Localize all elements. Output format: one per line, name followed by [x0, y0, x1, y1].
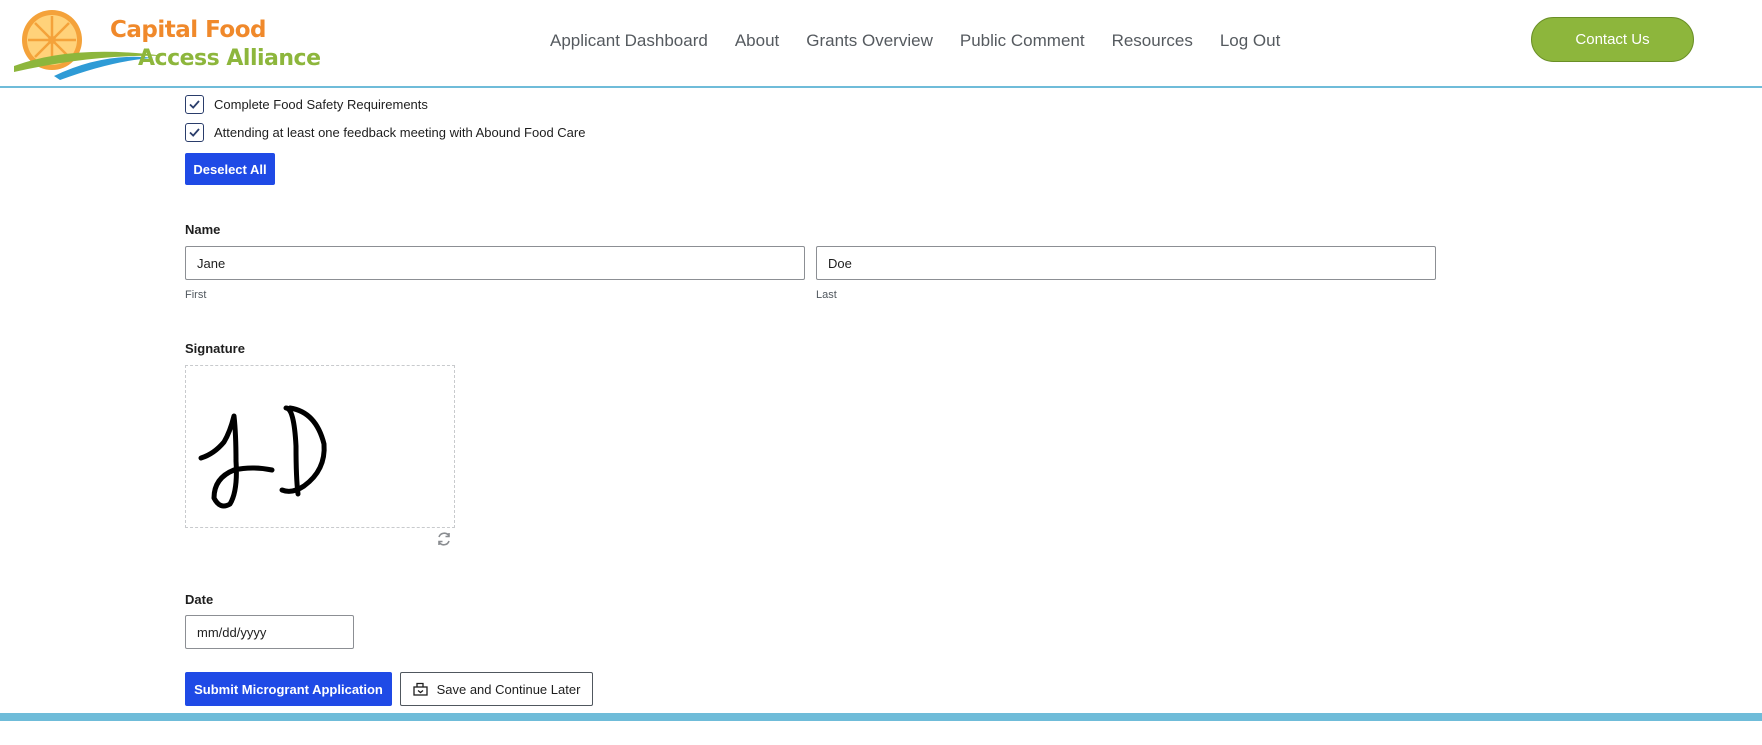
save-folder-icon	[412, 682, 428, 696]
last-name-sublabel: Last	[816, 289, 837, 301]
signature-label: Signature	[185, 341, 245, 356]
nav-resources[interactable]: Resources	[1112, 31, 1193, 55]
nav-log-out[interactable]: Log Out	[1220, 31, 1281, 55]
nav-about[interactable]: About	[735, 31, 779, 55]
nav-grants-overview[interactable]: Grants Overview	[806, 31, 933, 55]
signature-drawing	[198, 405, 327, 509]
last-name-input[interactable]: Doe	[816, 246, 1436, 280]
feedback-meeting-checkbox[interactable]	[185, 123, 204, 142]
checkbox-label: Complete Food Safety Requirements	[214, 97, 428, 112]
site-logo[interactable]: Capital Food Access Alliance	[14, 8, 321, 80]
save-continue-later-button[interactable]: Save and Continue Later	[400, 672, 593, 706]
nav-applicant-dashboard[interactable]: Applicant Dashboard	[550, 31, 708, 55]
main-nav: Applicant Dashboard About Grants Overvie…	[550, 31, 1307, 55]
date-label: Date	[185, 592, 214, 607]
refresh-icon[interactable]	[436, 531, 452, 547]
logo-line-2: Access Alliance	[138, 46, 321, 71]
save-continue-label: Save and Continue Later	[436, 681, 581, 697]
checkmark-icon	[189, 100, 200, 109]
first-name-sublabel: First	[185, 289, 207, 301]
contact-us-button[interactable]: Contact Us	[1531, 17, 1694, 62]
checkbox-label: Attending at least one feedback meeting …	[214, 125, 586, 140]
checkmark-icon	[189, 128, 200, 137]
signature-pad[interactable]	[185, 365, 455, 528]
deselect-all-button[interactable]: Deselect All	[185, 153, 275, 185]
checkbox-row-food-safety: Complete Food Safety Requirements	[185, 95, 428, 114]
food-safety-checkbox[interactable]	[185, 95, 204, 114]
footer-divider	[0, 713, 1762, 721]
nav-public-comment[interactable]: Public Comment	[960, 31, 1085, 55]
checkbox-row-feedback-meeting: Attending at least one feedback meeting …	[185, 123, 585, 142]
logo-line-1: Capital Food	[110, 17, 267, 43]
date-input[interactable]: mm/dd/yyyy	[185, 615, 354, 649]
submit-application-button[interactable]: Submit Microgrant Application	[185, 672, 392, 706]
first-name-input[interactable]: Jane	[185, 246, 805, 280]
name-label: Name	[185, 222, 221, 237]
site-header: Capital Food Access Alliance Applicant D…	[0, 0, 1762, 88]
